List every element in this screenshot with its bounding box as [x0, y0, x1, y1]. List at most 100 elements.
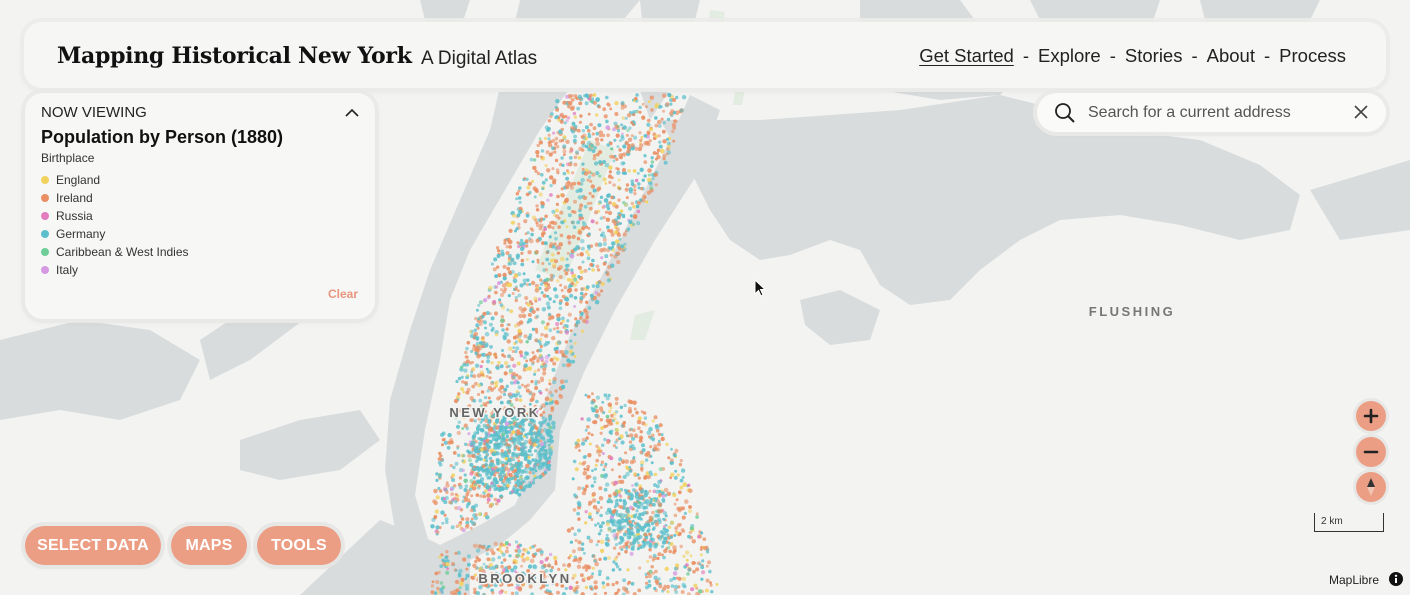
- population-dot: [587, 232, 591, 236]
- population-dot: [557, 246, 561, 250]
- population-dot: [675, 95, 679, 100]
- maps-button[interactable]: MAPS: [171, 526, 247, 565]
- population-dot: [518, 200, 522, 204]
- population-dot: [504, 429, 509, 434]
- population-dot: [443, 513, 447, 517]
- population-dot: [583, 455, 588, 459]
- population-dot: [463, 478, 469, 484]
- population-dot: [610, 500, 614, 504]
- population-dot: [547, 133, 551, 137]
- population-dot: [495, 458, 500, 463]
- population-dot: [672, 492, 677, 498]
- attribution[interactable]: MapLibre: [1329, 573, 1379, 587]
- population-dot: [553, 221, 558, 226]
- population-dot: [523, 282, 526, 286]
- population-dot: [564, 340, 569, 344]
- nav-process[interactable]: Process: [1279, 45, 1346, 67]
- population-dot: [510, 257, 515, 262]
- population-dot: [516, 241, 520, 245]
- population-dot: [469, 526, 473, 530]
- population-dot: [607, 207, 611, 211]
- population-dot: [573, 134, 577, 139]
- population-dot: [528, 333, 533, 338]
- population-dot: [623, 403, 627, 408]
- select-data-button[interactable]: SELECT DATA: [25, 526, 161, 565]
- population-dot: [640, 463, 644, 467]
- population-dot: [496, 445, 501, 450]
- zoom-in-button[interactable]: [1356, 401, 1386, 431]
- population-dot: [443, 500, 448, 505]
- population-dot: [531, 215, 537, 220]
- legend-swatch: [41, 176, 49, 184]
- population-dot: [591, 132, 595, 136]
- clear-button[interactable]: Clear: [328, 287, 358, 301]
- chevron-up-icon[interactable]: [345, 108, 359, 118]
- population-dot: [583, 268, 588, 273]
- nav-about[interactable]: About: [1207, 45, 1255, 67]
- zoom-out-button[interactable]: [1356, 437, 1386, 467]
- population-dot: [587, 128, 591, 133]
- minus-icon: [1363, 450, 1379, 454]
- population-dot: [662, 531, 667, 536]
- population-dot: [534, 338, 539, 343]
- population-dot: [529, 238, 534, 244]
- population-dot: [625, 471, 630, 477]
- nav-explore[interactable]: Explore: [1038, 45, 1101, 67]
- population-dot: [667, 541, 671, 545]
- legend-item[interactable]: Germany: [41, 225, 189, 243]
- population-dot: [636, 209, 641, 214]
- nav-stories[interactable]: Stories: [1125, 45, 1183, 67]
- population-dot: [626, 113, 632, 118]
- population-dot: [547, 418, 552, 422]
- population-dot: [569, 147, 573, 151]
- population-dot: [619, 479, 625, 484]
- population-dot: [665, 102, 670, 107]
- population-dot: [462, 454, 466, 458]
- legend-swatch: [41, 230, 49, 238]
- population-dot: [565, 119, 569, 123]
- population-dot: [501, 552, 506, 557]
- population-dot: [616, 129, 621, 133]
- population-dot: [534, 386, 539, 390]
- population-dot: [525, 463, 530, 469]
- population-dot: [636, 110, 639, 114]
- search-input[interactable]: [1086, 101, 1330, 125]
- population-dot: [478, 512, 482, 516]
- population-dot: [596, 188, 600, 192]
- population-dot: [489, 472, 494, 477]
- population-dot: [522, 488, 526, 492]
- compass-button[interactable]: [1356, 472, 1386, 502]
- population-dot: [659, 105, 663, 109]
- population-dot: [475, 459, 479, 463]
- legend-item[interactable]: Russia: [41, 207, 189, 225]
- population-dot: [648, 555, 653, 559]
- population-dot: [589, 587, 594, 591]
- tools-button[interactable]: TOOLS: [257, 526, 341, 565]
- legend-item[interactable]: Caribbean & West Indies: [41, 243, 189, 261]
- population-dot: [477, 303, 481, 307]
- population-dot: [560, 139, 565, 143]
- population-dot: [605, 119, 609, 124]
- legend-item[interactable]: Ireland: [41, 189, 189, 207]
- close-icon[interactable]: [1354, 105, 1368, 119]
- legend-item[interactable]: Italy: [41, 261, 189, 279]
- population-dot: [555, 202, 560, 206]
- now-viewing-label: NOW VIEWING: [41, 104, 147, 121]
- population-dot: [595, 221, 599, 225]
- population-dot: [486, 485, 490, 489]
- legend-item[interactable]: England: [41, 171, 189, 189]
- population-dot: [481, 360, 484, 363]
- population-dot: [605, 522, 610, 527]
- population-dot: [625, 508, 630, 513]
- population-dot: [612, 491, 617, 496]
- population-dot: [701, 570, 706, 575]
- population-dot: [627, 169, 631, 173]
- population-dot: [595, 113, 599, 117]
- population-dot: [482, 442, 486, 446]
- info-icon[interactable]: [1389, 572, 1403, 586]
- nav-get-started[interactable]: Get Started: [919, 45, 1014, 67]
- population-dot: [627, 143, 631, 147]
- population-dot: [488, 504, 493, 509]
- population-dot: [655, 157, 658, 161]
- population-dot: [605, 482, 610, 487]
